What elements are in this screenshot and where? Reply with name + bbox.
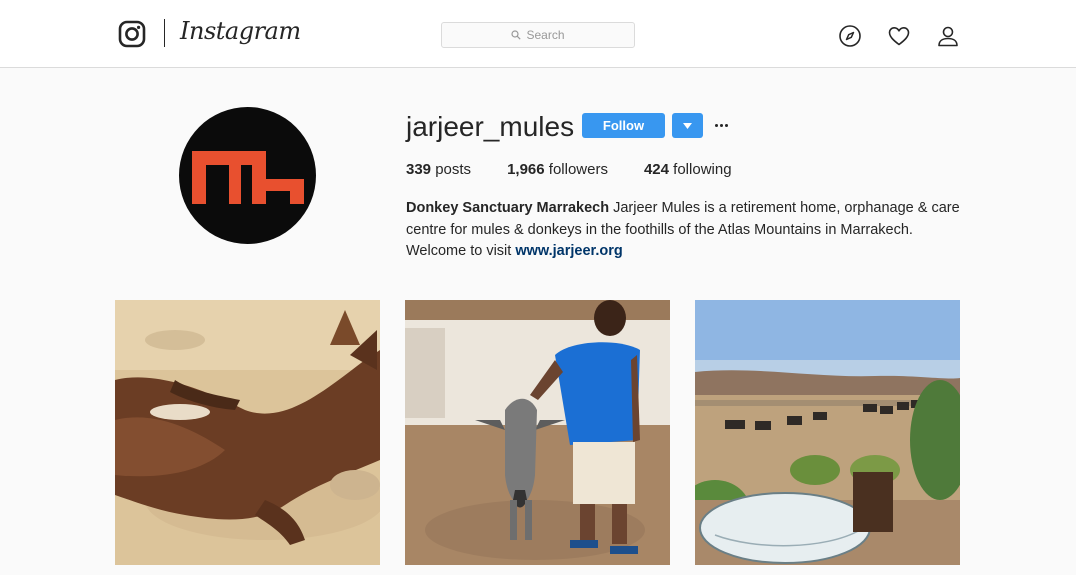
post-image-donkey-lying: [115, 300, 380, 565]
posts-count: 339: [406, 161, 432, 178]
post-thumbnail[interactable]: [695, 300, 960, 565]
suggestions-dropdown-button[interactable]: [672, 113, 703, 138]
followers-label: followers: [548, 161, 608, 178]
search-icon: [511, 30, 522, 40]
explore-compass-icon[interactable]: [838, 24, 862, 48]
profile-stats: 339 posts 1,966 followers 424 following: [406, 161, 768, 178]
profile-icon[interactable]: [936, 24, 960, 48]
jarjeer-logo: [192, 151, 304, 204]
nav-divider: [164, 19, 165, 47]
following-label: following: [673, 161, 732, 178]
posts-label: posts: [435, 161, 472, 178]
profile-username: jarjeer_mules: [406, 111, 575, 142]
top-nav: Instagram Search: [0, 0, 1076, 68]
followers-count: 1,966: [507, 161, 545, 178]
posts-stat: 339 posts: [406, 161, 471, 178]
instagram-wordmark[interactable]: Instagram: [180, 17, 301, 45]
caret-down-icon: [683, 122, 692, 129]
following-count: 424: [643, 161, 669, 178]
follow-button[interactable]: Follow: [582, 113, 665, 138]
dot-icon: [714, 124, 718, 127]
bio-full-name: Donkey Sanctuary Marrakech: [406, 200, 610, 216]
instagram-logo-icon[interactable]: [118, 20, 146, 48]
post-thumbnail[interactable]: [405, 300, 670, 565]
profile-avatar[interactable]: [179, 107, 316, 244]
dot-icon: [724, 124, 728, 127]
heart-icon[interactable]: [887, 24, 911, 48]
more-options-button[interactable]: [712, 113, 730, 138]
post-image-sanctuary-landscape: [695, 300, 960, 565]
following-stat[interactable]: 424 following: [644, 161, 732, 178]
profile-bio: Donkey Sanctuary Marrakech Jarjeer Mules…: [406, 198, 966, 263]
followers-stat[interactable]: 1,966 followers: [507, 161, 608, 178]
search-input[interactable]: Search: [441, 22, 635, 48]
search-placeholder: Search: [526, 28, 565, 42]
bio-website-link[interactable]: www.jarjeer.org: [515, 243, 622, 259]
dot-icon: [719, 124, 723, 127]
post-thumbnail[interactable]: [115, 300, 380, 565]
post-image-boy-with-donkey: [405, 300, 670, 565]
